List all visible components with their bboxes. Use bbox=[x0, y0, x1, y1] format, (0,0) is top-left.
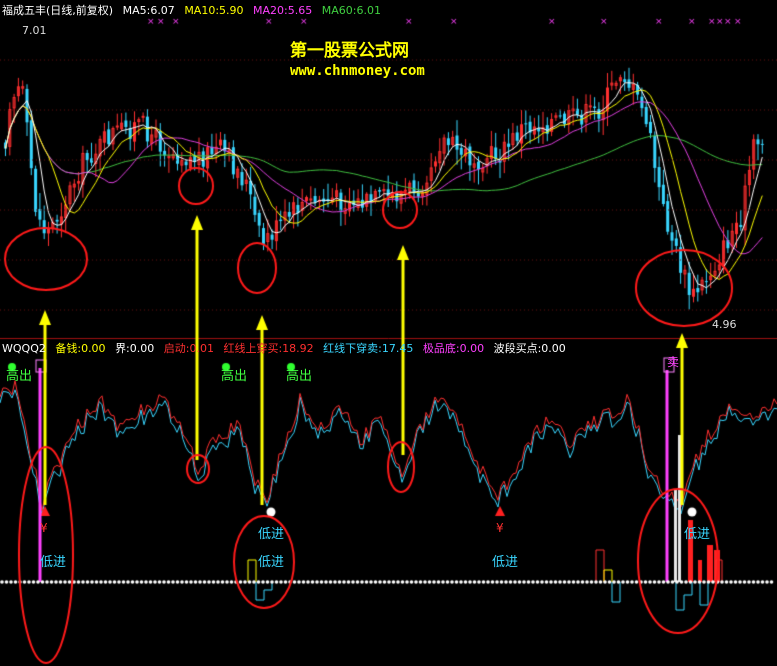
indicator-item-jie: 界:0.00 bbox=[115, 342, 155, 355]
indicator-item-red-cross-buy: 红线上穿买:18.92 bbox=[223, 342, 314, 355]
signal-buy-1: ¥ bbox=[40, 521, 48, 535]
signal-sell-1: 卖 bbox=[667, 355, 680, 369]
signal-high-1: 高出 bbox=[6, 369, 33, 384]
ma10-label: MA10:5.90 bbox=[184, 4, 244, 17]
stock-chart-canvas[interactable] bbox=[0, 0, 777, 666]
stock-title: 福成五丰(日线,前复权) bbox=[2, 4, 114, 17]
low-price-label: 4.96 bbox=[712, 318, 737, 331]
indicator-item-qidong: 启动:0.01 bbox=[163, 342, 214, 355]
ma60-label: MA60:6.01 bbox=[321, 4, 381, 17]
indicator-item-beiqian: 备钱:0.00 bbox=[55, 342, 106, 355]
signal-low-1: 低进 bbox=[40, 555, 67, 570]
signal-low-5: 低进 bbox=[684, 527, 711, 542]
top-panel-legend: 福成五丰(日线,前复权) MA5:6.07 MA10:5.90 MA20:5.6… bbox=[2, 4, 387, 17]
signal-low-3: 低进 bbox=[258, 555, 285, 570]
watermark-title: 第一股票公式网 bbox=[290, 41, 409, 61]
signal-high-3: 高出 bbox=[286, 369, 313, 384]
indicator-item-boduan: 波段买点:0.00 bbox=[493, 342, 566, 355]
ma5-label: MA5:6.07 bbox=[122, 4, 175, 17]
watermark-url: www.chnmoney.com bbox=[290, 63, 425, 79]
signal-high-2: 高出 bbox=[221, 369, 248, 384]
indicator-name: WQQQ2 bbox=[2, 342, 46, 355]
indicator-item-red-cross-sell: 红线下穿卖:17.45 bbox=[323, 342, 414, 355]
high-price-label: 7.01 bbox=[22, 24, 47, 37]
ma20-label: MA20:5.65 bbox=[253, 4, 313, 17]
signal-low-2: 低进 bbox=[258, 527, 285, 542]
indicator-item-jipindi: 极品底:0.00 bbox=[422, 342, 485, 355]
signal-buy-2: ¥ bbox=[496, 521, 504, 535]
signal-low-4: 低进 bbox=[492, 555, 519, 570]
indicator-legend: WQQQ2 备钱:0.00 界:0.00 启动:0.01 红线上穿买:18.92… bbox=[2, 342, 572, 355]
